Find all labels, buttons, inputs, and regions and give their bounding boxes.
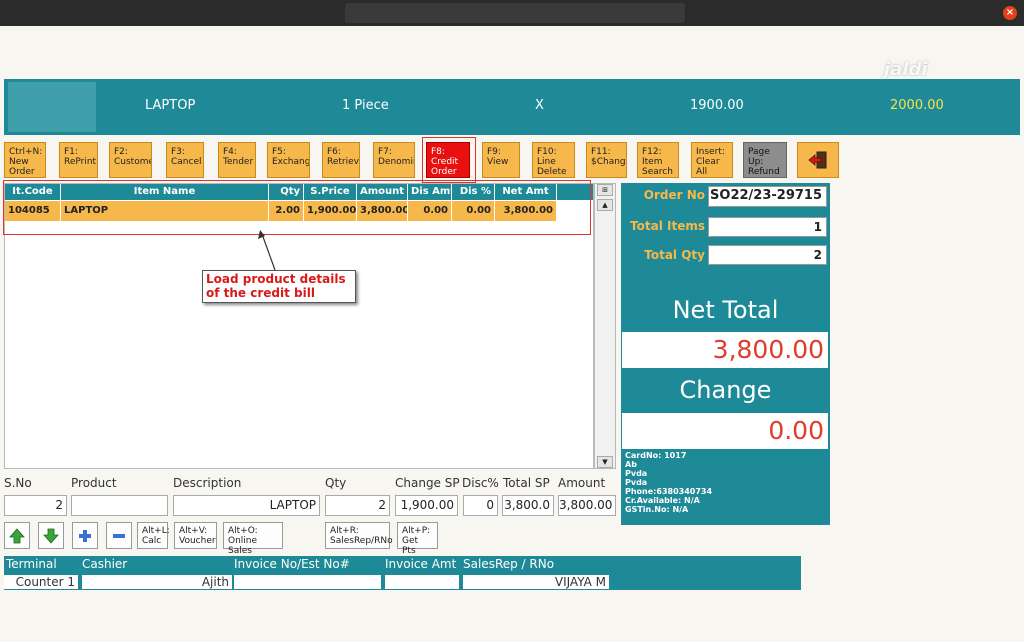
remove-button[interactable]: [106, 522, 132, 549]
card-name: Ab: [625, 460, 637, 469]
product-label: Product: [71, 476, 117, 490]
terminal-value: Counter 1: [4, 575, 78, 589]
exchange-button[interactable]: F5: Exchange: [267, 142, 310, 178]
banner-item: LAPTOP: [145, 98, 196, 113]
sno-field[interactable]: 2: [4, 495, 67, 516]
customer-button[interactable]: F2: Customer: [109, 142, 152, 178]
card-no: CardNo: 1017: [625, 451, 687, 460]
order-no-label: Order No: [643, 188, 705, 202]
online-sales-button[interactable]: Alt+O: Online Sales: [223, 522, 283, 556]
grid-scrollbar[interactable]: ⊞ ▲ ▼: [594, 183, 616, 469]
change-button[interactable]: F11: $Change: [586, 142, 627, 178]
total-qty-value: 2: [708, 245, 827, 265]
move-up-button[interactable]: [4, 522, 30, 549]
voucher-button[interactable]: Alt+V: Voucher: [174, 522, 217, 549]
callout-arrow-icon: [258, 230, 276, 271]
qty-field[interactable]: 2: [325, 495, 390, 516]
total-sp-label: Total SP: [503, 476, 550, 490]
cashier-value: Ajith: [82, 575, 232, 589]
total-items-value: 1: [708, 217, 827, 237]
line-delete-button[interactable]: F10: Line Delete: [532, 142, 575, 178]
change-sp-label: Change SP: [395, 476, 460, 490]
scroll-up-icon[interactable]: ▲: [597, 199, 613, 211]
grid-options-icon[interactable]: ⊞: [597, 184, 613, 196]
banner-quantity: 1 Piece: [342, 98, 389, 113]
add-button[interactable]: [72, 522, 98, 549]
footer-bar: Terminal Counter 1 Cashier Ajith Invoice…: [4, 556, 801, 590]
item-search-button[interactable]: F12: Item Search: [637, 142, 679, 178]
change-label: Change: [679, 376, 772, 404]
view-button[interactable]: F9: View: [482, 142, 520, 178]
total-sp-field[interactable]: 3,800.0: [502, 495, 554, 516]
arrow-up-icon: [9, 527, 25, 543]
card-info: CardNo: 1017 Ab Pvda Pvda Phone:63803407…: [625, 451, 712, 514]
calc-button[interactable]: Alt+L: Calc: [137, 522, 170, 549]
order-no-value: SO22/23-29715: [708, 186, 827, 207]
new-order-button[interactable]: Ctrl+N: New Order: [4, 142, 46, 178]
logo-placeholder: [8, 82, 96, 132]
amount-label: Amount: [558, 476, 606, 490]
description-label: Description: [173, 476, 242, 490]
net-total-value: 3,800.00: [622, 332, 828, 368]
refund-button[interactable]: Page Up: Refund: [743, 142, 787, 178]
minus-icon: [113, 533, 125, 538]
net-total-label: Net Total: [672, 296, 779, 324]
jaldi-watermark: jaldi: [884, 59, 928, 80]
banner-price: 1900.00: [690, 98, 744, 113]
clear-all-button[interactable]: Insert: Clear All: [691, 142, 733, 178]
card-phone: Phone:6380340734: [625, 487, 713, 496]
invoice-amt-value: [385, 575, 459, 589]
grid-row-highlight: [3, 180, 591, 235]
disc-label: Disc%: [462, 476, 499, 490]
invoice-value: [234, 575, 381, 589]
card-credit: Cr.Available: N/A: [625, 496, 700, 505]
amount-field[interactable]: 3,800.00: [558, 495, 616, 516]
get-points-button[interactable]: Alt+P: Get Pts: [397, 522, 438, 556]
cashier-label: Cashier: [82, 557, 128, 571]
salesrep-value: VIJAYA M: [463, 575, 609, 589]
total-qty-label: Total Qty: [644, 248, 705, 262]
terminal-label: Terminal: [6, 557, 57, 571]
banner-total: 2000.00: [890, 98, 944, 113]
total-items-label: Total Items: [630, 219, 705, 233]
card-line-3: Pvda: [625, 469, 648, 478]
description-field[interactable]: LAPTOP: [173, 495, 320, 516]
window-titlebar: ×: [0, 0, 1024, 26]
sno-label: S.No: [4, 476, 32, 490]
scroll-down-icon[interactable]: ▼: [597, 456, 613, 468]
exit-icon: [808, 151, 827, 169]
salesrep-label: SalesRep / RNo: [463, 557, 555, 571]
plus-icon: [79, 529, 91, 542]
address-bar[interactable]: [345, 3, 685, 23]
salesrep-button[interactable]: Alt+R: SalesRep/RNo: [325, 522, 393, 549]
tender-button[interactable]: F4: Tender: [218, 142, 256, 178]
cancel-button[interactable]: F3: Cancel: [166, 142, 204, 178]
move-down-button[interactable]: [38, 522, 64, 549]
callout-note: Load product details of the credit bill: [202, 270, 356, 303]
exit-button[interactable]: [797, 142, 839, 178]
change-sp-field[interactable]: 1,900.00: [395, 495, 458, 516]
banner-multiply: X: [535, 98, 544, 113]
close-icon[interactable]: ×: [1003, 6, 1017, 20]
card-gstin: GSTin.No: N/A: [625, 505, 689, 514]
change-value: 0.00: [622, 413, 828, 449]
credit-order-button[interactable]: F8: Credit Order: [426, 142, 470, 178]
invoice-amt-label: Invoice Amt: [385, 557, 457, 571]
invoice-label: Invoice No/Est No#: [234, 557, 350, 571]
card-line-4: Pvda: [625, 478, 648, 487]
reprint-button[interactable]: F1: RePrint: [59, 142, 98, 178]
item-display-banner: LAPTOP 1 Piece X 1900.00 2000.00: [4, 79, 1020, 135]
retrieve-button[interactable]: F6: Retrieve: [322, 142, 360, 178]
product-field[interactable]: [71, 495, 168, 516]
disc-field[interactable]: 0: [463, 495, 498, 516]
summary-panel: Order No SO22/23-29715 Total Items 1 Tot…: [621, 183, 830, 525]
arrow-down-icon: [43, 528, 59, 544]
denomination-button[interactable]: F7: Denomina: [373, 142, 415, 178]
qty-label: Qty: [325, 476, 347, 490]
